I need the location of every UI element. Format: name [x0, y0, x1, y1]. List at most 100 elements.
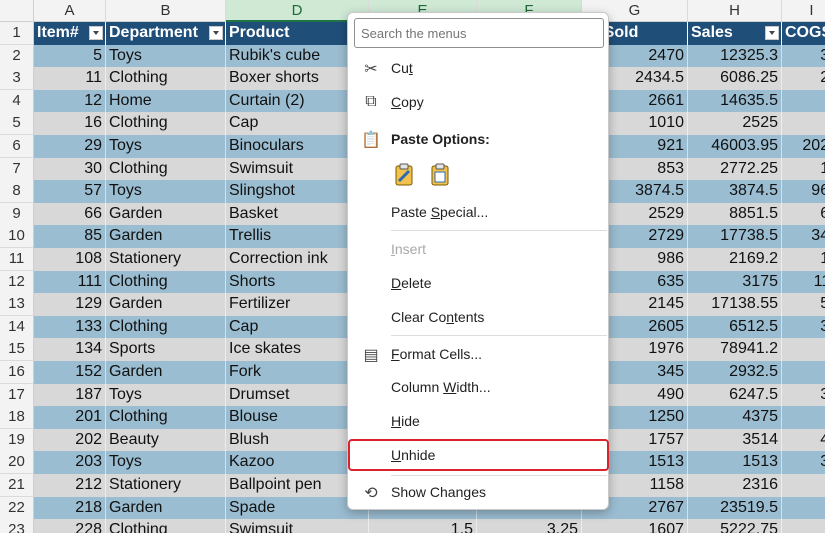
- table-cell[interactable]: 6247.5: [688, 383, 782, 407]
- table-cell[interactable]: Clothing: [106, 157, 226, 181]
- table-cell[interactable]: 341: [782, 225, 825, 248]
- table-cell[interactable]: 12325.3: [688, 44, 782, 68]
- table-cell[interactable]: 2: [782, 519, 825, 533]
- table-cell[interactable]: [782, 406, 825, 429]
- table-cell[interactable]: 29: [782, 67, 825, 90]
- table-cell[interactable]: 6086.25: [688, 67, 782, 91]
- table-cell[interactable]: 2169.2: [688, 248, 782, 271]
- row-header[interactable]: 2: [0, 44, 34, 68]
- select-all-corner[interactable]: [0, 0, 34, 22]
- filter-dropdown-icon[interactable]: [89, 26, 103, 40]
- table-cell[interactable]: [782, 361, 825, 384]
- row-header[interactable]: 19: [0, 428, 34, 452]
- table-cell[interactable]: 1607: [582, 519, 688, 533]
- table-cell[interactable]: Toys: [106, 135, 226, 158]
- row-header[interactable]: 3: [0, 67, 34, 91]
- table-cell[interactable]: Garden: [106, 293, 226, 317]
- table-cell[interactable]: 2772.25: [688, 157, 782, 181]
- table-cell[interactable]: 46003.95: [688, 135, 782, 158]
- table-cell[interactable]: Clothing: [106, 519, 226, 533]
- table-cell[interactable]: 212: [34, 474, 106, 497]
- row-header[interactable]: 20: [0, 451, 34, 475]
- table-cell[interactable]: 203: [34, 451, 106, 475]
- table-cell[interactable]: 1.5: [369, 519, 477, 533]
- menu-item-copy[interactable]: ⧉ Copy: [348, 87, 610, 119]
- table-cell[interactable]: 108: [34, 248, 106, 271]
- table-cell[interactable]: 2525: [688, 112, 782, 136]
- table-cell[interactable]: Toys: [106, 383, 226, 407]
- row-header[interactable]: 11: [0, 248, 34, 271]
- row-header[interactable]: 4: [0, 89, 34, 113]
- row-header[interactable]: 7: [0, 157, 34, 181]
- row-header[interactable]: 23: [0, 519, 34, 533]
- table-cell[interactable]: 11: [34, 67, 106, 91]
- table-cell[interactable]: Garden: [106, 361, 226, 384]
- table-cell[interactable]: Garden: [106, 225, 226, 249]
- table-cell[interactable]: 129: [34, 293, 106, 317]
- table-cell[interactable]: 202: [34, 428, 106, 452]
- menu-search-input[interactable]: [354, 18, 604, 48]
- table-cell[interactable]: Garden: [106, 496, 226, 520]
- table-cell[interactable]: Clothing: [106, 67, 226, 91]
- row-header[interactable]: 18: [0, 406, 34, 430]
- table-cell[interactable]: 9: [782, 90, 825, 113]
- row-header[interactable]: 17: [0, 383, 34, 407]
- table-cell[interactable]: Toys: [106, 451, 226, 475]
- row-header[interactable]: 8: [0, 180, 34, 204]
- table-cell[interactable]: 37: [782, 451, 825, 474]
- table-cell[interactable]: 12: [782, 158, 825, 181]
- table-cell[interactable]: 17138.55: [688, 293, 782, 317]
- table-cell[interactable]: 228: [34, 519, 106, 533]
- table-cell[interactable]: Sports: [106, 338, 226, 362]
- menu-item-hide[interactable]: Hide: [348, 406, 610, 438]
- row-header[interactable]: 6: [0, 135, 34, 158]
- table-cell[interactable]: 201: [34, 406, 106, 430]
- filter-dropdown-icon[interactable]: [209, 26, 223, 40]
- menu-item-delete[interactable]: Delete: [348, 268, 610, 300]
- table-cell[interactable]: 39: [782, 316, 825, 339]
- column-header-a[interactable]: A: [34, 0, 106, 22]
- table-cell[interactable]: 5: [34, 44, 106, 68]
- table-cell[interactable]: 14635.5: [688, 89, 782, 113]
- table-cell[interactable]: Swimsuit: [226, 519, 369, 533]
- table-cell[interactable]: Clothing: [106, 315, 226, 339]
- table-cell[interactable]: 152: [34, 361, 106, 384]
- table-cell[interactable]: 2932.5: [688, 361, 782, 384]
- table-cell[interactable]: Clothing: [106, 406, 226, 430]
- table-cell[interactable]: Beauty: [106, 428, 226, 452]
- table-header-cell[interactable]: Department: [106, 22, 226, 45]
- table-cell[interactable]: 3: [782, 338, 825, 361]
- table-cell[interactable]: 30: [782, 45, 825, 68]
- row-header[interactable]: 15: [0, 338, 34, 362]
- column-header-i[interactable]: I: [782, 0, 825, 22]
- table-cell[interactable]: Home: [106, 89, 226, 113]
- table-cell[interactable]: Clothing: [106, 112, 226, 136]
- table-cell[interactable]: 3514: [688, 428, 782, 452]
- row-header[interactable]: 12: [0, 270, 34, 294]
- table-cell[interactable]: Toys: [106, 44, 226, 68]
- table-cell[interactable]: 12: [34, 89, 106, 113]
- table-cell[interactable]: 8851.5: [688, 202, 782, 226]
- row-header[interactable]: 10: [0, 225, 34, 249]
- menu-item-cut[interactable]: ✂ Cut: [348, 53, 610, 85]
- table-cell[interactable]: 5222.75: [688, 519, 782, 533]
- table-cell[interactable]: 111: [34, 270, 106, 294]
- row-header[interactable]: 16: [0, 361, 34, 384]
- column-header-b[interactable]: B: [106, 0, 226, 22]
- row-header[interactable]: 13: [0, 293, 34, 317]
- menu-item-paste-special[interactable]: Paste Special...: [348, 197, 610, 229]
- row-header[interactable]: 1: [0, 22, 34, 45]
- table-cell[interactable]: 23519.5: [688, 496, 782, 520]
- row-header[interactable]: 21: [0, 474, 34, 497]
- menu-item-insert[interactable]: Insert: [348, 234, 610, 266]
- table-cell[interactable]: 968: [782, 180, 825, 203]
- table-header-cell[interactable]: Item#: [34, 22, 106, 45]
- table-cell[interactable]: [782, 112, 825, 135]
- filter-dropdown-icon[interactable]: [765, 26, 779, 40]
- table-cell[interactable]: 85: [34, 225, 106, 249]
- table-cell[interactable]: 34: [782, 384, 825, 407]
- table-cell[interactable]: 53: [782, 293, 825, 316]
- menu-item-column-width[interactable]: Column Width...: [348, 372, 610, 404]
- table-cell[interactable]: 134: [34, 338, 106, 362]
- menu-item-format-cells[interactable]: ▤ Format Cells...: [348, 339, 610, 371]
